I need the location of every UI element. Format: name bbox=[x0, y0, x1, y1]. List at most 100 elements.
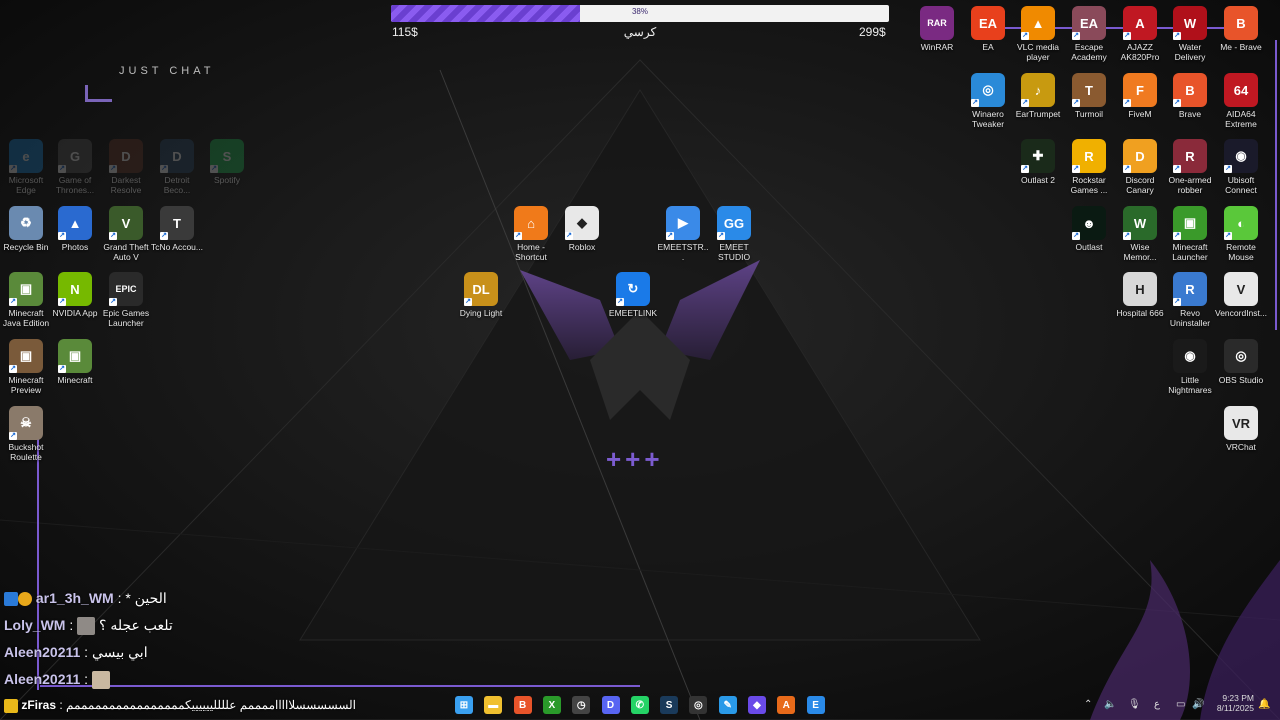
desktop-icon-ea[interactable]: EA EA bbox=[962, 6, 1014, 52]
desktop-icon-escape[interactable]: EA ↗ Escape Academy bbox=[1063, 6, 1115, 62]
desktop-icon-label: One-armed robber bbox=[1168, 175, 1212, 195]
dying-icon: DL ↗ bbox=[464, 272, 498, 306]
desktop-icon-rockstar[interactable]: R ↗ Rockstar Games ... bbox=[1063, 139, 1115, 195]
desktop-icon-darkest[interactable]: D ↗ Darkest Resolve bbox=[100, 139, 152, 195]
taskbar-xbox-icon[interactable]: X bbox=[542, 696, 561, 714]
desktop-icon-label: Minecraft Launcher bbox=[1172, 242, 1208, 262]
desktop-icon-hospital[interactable]: H Hospital 666 bbox=[1114, 272, 1166, 318]
desktop-icon-label: Detroit Beco... bbox=[163, 175, 191, 195]
shortcut-arrow-icon: ↗ bbox=[109, 232, 117, 240]
taskbar-file-explorer-icon[interactable]: ▬ bbox=[484, 696, 503, 714]
taskbar-clock-icon[interactable]: ◷ bbox=[572, 696, 591, 714]
shortcut-arrow-icon: ↗ bbox=[58, 232, 66, 240]
tray-overflow-icon[interactable]: ⌃ bbox=[1084, 699, 1092, 710]
desktop-icon-home[interactable]: ⌂ ↗ Home - Shortcut bbox=[505, 206, 557, 262]
shortcut-arrow-icon: ↗ bbox=[1123, 99, 1131, 107]
volume-icon[interactable]: 🔊 bbox=[1192, 699, 1204, 710]
desktop-icon-water[interactable]: W ↗ Water Delivery bbox=[1164, 6, 1216, 62]
chat-text: * الحين bbox=[125, 590, 167, 606]
desktop-icon-remote[interactable]: ◐ ↗ Remote Mouse bbox=[1215, 206, 1267, 262]
desktop-icon-recycle[interactable]: ♻ Recycle Bin bbox=[0, 206, 52, 252]
desktop-icon-label: TcNo Accou... bbox=[151, 242, 203, 252]
desktop-icon-spotify[interactable]: S ↗ Spotify bbox=[201, 139, 253, 185]
desktop-icon-aida[interactable]: 64 AIDA64 Extreme bbox=[1215, 73, 1267, 129]
desktop-icon-emeetlink[interactable]: ↻ ↗ EMEETLINK bbox=[607, 272, 659, 318]
taskbar-discord-icon[interactable]: D bbox=[601, 696, 620, 714]
notification-icon[interactable]: 🔔 bbox=[1258, 699, 1270, 710]
desktop-icon-label: Wise Memor... bbox=[1123, 242, 1157, 262]
shortcut-arrow-icon: ↗ bbox=[1173, 165, 1181, 173]
taskbar-emeet-icon[interactable]: E bbox=[806, 696, 825, 714]
input-language[interactable]: ع bbox=[1154, 699, 1160, 710]
shortcut-arrow-icon: ↗ bbox=[58, 365, 66, 373]
obs-icon: ◎ bbox=[1224, 339, 1258, 373]
desktop-icon-edge[interactable]: e ↗ Microsoft Edge bbox=[0, 139, 52, 195]
desktop-icon-tcno[interactable]: T ↗ TcNo Accou... bbox=[151, 206, 203, 252]
taskbar-ajazz-icon[interactable]: A bbox=[777, 696, 796, 714]
winaero-icon: ◎ ↗ bbox=[971, 73, 1005, 107]
speaker-icon[interactable]: 🔈 bbox=[1104, 699, 1116, 710]
desktop-icon-label: Me - Brave bbox=[1220, 42, 1262, 52]
network-icon[interactable]: ▭ bbox=[1176, 699, 1185, 710]
desktop-icon-detroit[interactable]: D ↗ Detroit Beco... bbox=[151, 139, 203, 195]
desktop-icon-obs[interactable]: ◎ OBS Studio bbox=[1215, 339, 1267, 385]
desktop-icon-vrchat[interactable]: VR VRChat bbox=[1215, 406, 1267, 452]
desktop-icon-brave-me[interactable]: B Me - Brave bbox=[1215, 6, 1267, 52]
desktop-icon-winrar[interactable]: RAR WinRAR bbox=[911, 6, 963, 52]
desktop-icon-gta[interactable]: V ↗ Grand Theft Auto V bbox=[100, 206, 152, 262]
desktop-icon-photos[interactable]: ▲ ↗ Photos bbox=[49, 206, 101, 252]
desktop-icon-turmoil[interactable]: T ↗ Turmoil bbox=[1063, 73, 1115, 119]
microphone-icon[interactable]: 🎙 bbox=[1128, 699, 1141, 710]
desktop-icon-vlc[interactable]: ▲ ↗ VLC media player bbox=[1012, 6, 1064, 62]
desktop-icon-wise[interactable]: W ↗ Wise Memor... bbox=[1114, 206, 1166, 262]
desktop-icon-label: Revo Uninstaller bbox=[1169, 308, 1211, 328]
desktop-icon-eartrumpet[interactable]: ♪ ↗ EarTrumpet bbox=[1012, 73, 1064, 119]
desktop-icon-buckshot[interactable]: ☠ ↗ Buckshot Roulette bbox=[0, 406, 52, 462]
desktop-icon-roblox[interactable]: ◆ ↗ Roblox bbox=[556, 206, 608, 252]
taskbar-whatsapp-icon[interactable]: ✆ bbox=[630, 696, 649, 714]
taskbar-brave-icon[interactable]: B bbox=[513, 696, 532, 714]
desktop-icon-got[interactable]: G ↗ Game of Thrones... bbox=[49, 139, 101, 195]
shortcut-arrow-icon: ↗ bbox=[1072, 32, 1080, 40]
desktop-icon-label: Epic Games Launcher bbox=[102, 308, 150, 328]
emeetstr-icon: ▶ ↗ bbox=[666, 206, 700, 240]
desktop-icon-discord-canary[interactable]: D ↗ Discord Canary bbox=[1114, 139, 1166, 195]
desktop-icon-brave[interactable]: B ↗ Brave bbox=[1164, 73, 1216, 119]
desktop-icon-one-armed[interactable]: R ↗ One-armed robber bbox=[1164, 139, 1216, 195]
taskbar-arrow-icon[interactable]: ◆ bbox=[748, 696, 766, 714]
shortcut-arrow-icon: ↗ bbox=[109, 298, 117, 306]
desktop-icon-dying[interactable]: DL ↗ Dying Light bbox=[455, 272, 507, 318]
desktop-icon-mcjava[interactable]: ▣ ↗ Minecraft Java Edition bbox=[0, 272, 52, 328]
taskbar-obs-icon[interactable]: ◎ bbox=[689, 696, 708, 714]
desktop-icon-label: Escape Academy bbox=[1071, 42, 1107, 62]
desktop-icon-label: Water Delivery bbox=[1174, 42, 1206, 62]
taskbar-steam-icon[interactable]: S bbox=[660, 696, 679, 714]
edge-icon: e ↗ bbox=[9, 139, 43, 173]
vlc-icon: ▲ ↗ bbox=[1021, 6, 1055, 40]
desktop-icon-minecraft[interactable]: ▣ ↗ Minecraft bbox=[49, 339, 101, 385]
desktop-icon-emeetstr[interactable]: ▶ ↗ EMEETSTR... bbox=[657, 206, 709, 262]
desktop-icon-label: AIDA64 Extreme bbox=[1225, 109, 1257, 129]
desktop-icon-nvidia[interactable]: N ↗ NVIDIA App bbox=[49, 272, 101, 318]
desktop-icon-ajazz[interactable]: A ↗ AJAZZ AK820Pro bbox=[1114, 6, 1166, 62]
desktop-icon-outlast2[interactable]: ✚ ↗ Outlast 2 bbox=[1012, 139, 1064, 185]
desktop-icon-fivem[interactable]: F ↗ FiveM bbox=[1114, 73, 1166, 119]
chat-message: Aleen20211 : bbox=[4, 671, 110, 690]
taskbar-windows-start-icon[interactable]: ⊞ bbox=[455, 696, 473, 714]
desktop-icon-mclauncher[interactable]: ▣ ↗ Minecraft Launcher bbox=[1164, 206, 1216, 262]
desktop-icon-label: Outlast bbox=[1075, 242, 1103, 252]
clock[interactable]: 9:23 PM 8/11/2025 bbox=[1210, 693, 1254, 713]
chat-username: Aleen20211 bbox=[4, 644, 81, 660]
desktop-icon-mcpreview[interactable]: ▣ ↗ Minecraft Preview bbox=[0, 339, 52, 395]
desktop-icon-ubisoft[interactable]: ◉ ↗ Ubisoft Connect bbox=[1215, 139, 1267, 195]
desktop-icon-epic[interactable]: EPIC ↗ Epic Games Launcher bbox=[100, 272, 152, 328]
desktop-icon-little[interactable]: ◉ Little Nightmares bbox=[1164, 339, 1216, 395]
desktop-icon-label: Winaero Tweaker bbox=[971, 109, 1005, 129]
taskbar-paint-icon[interactable]: ✎ bbox=[718, 696, 737, 714]
desktop-icon-emeet[interactable]: GG ↗ EMEET STUDIO bbox=[708, 206, 760, 262]
desktop-icon-winaero[interactable]: ◎ ↗ Winaero Tweaker bbox=[962, 73, 1014, 129]
desktop-icon-vencord[interactable]: V VencordInst... bbox=[1215, 272, 1267, 318]
desktop-icon-revo[interactable]: R ↗ Revo Uninstaller bbox=[1164, 272, 1216, 328]
desktop-icon-label: Home - Shortcut bbox=[515, 242, 547, 262]
desktop-icon-outlast[interactable]: ☻ ↗ Outlast bbox=[1063, 206, 1115, 252]
